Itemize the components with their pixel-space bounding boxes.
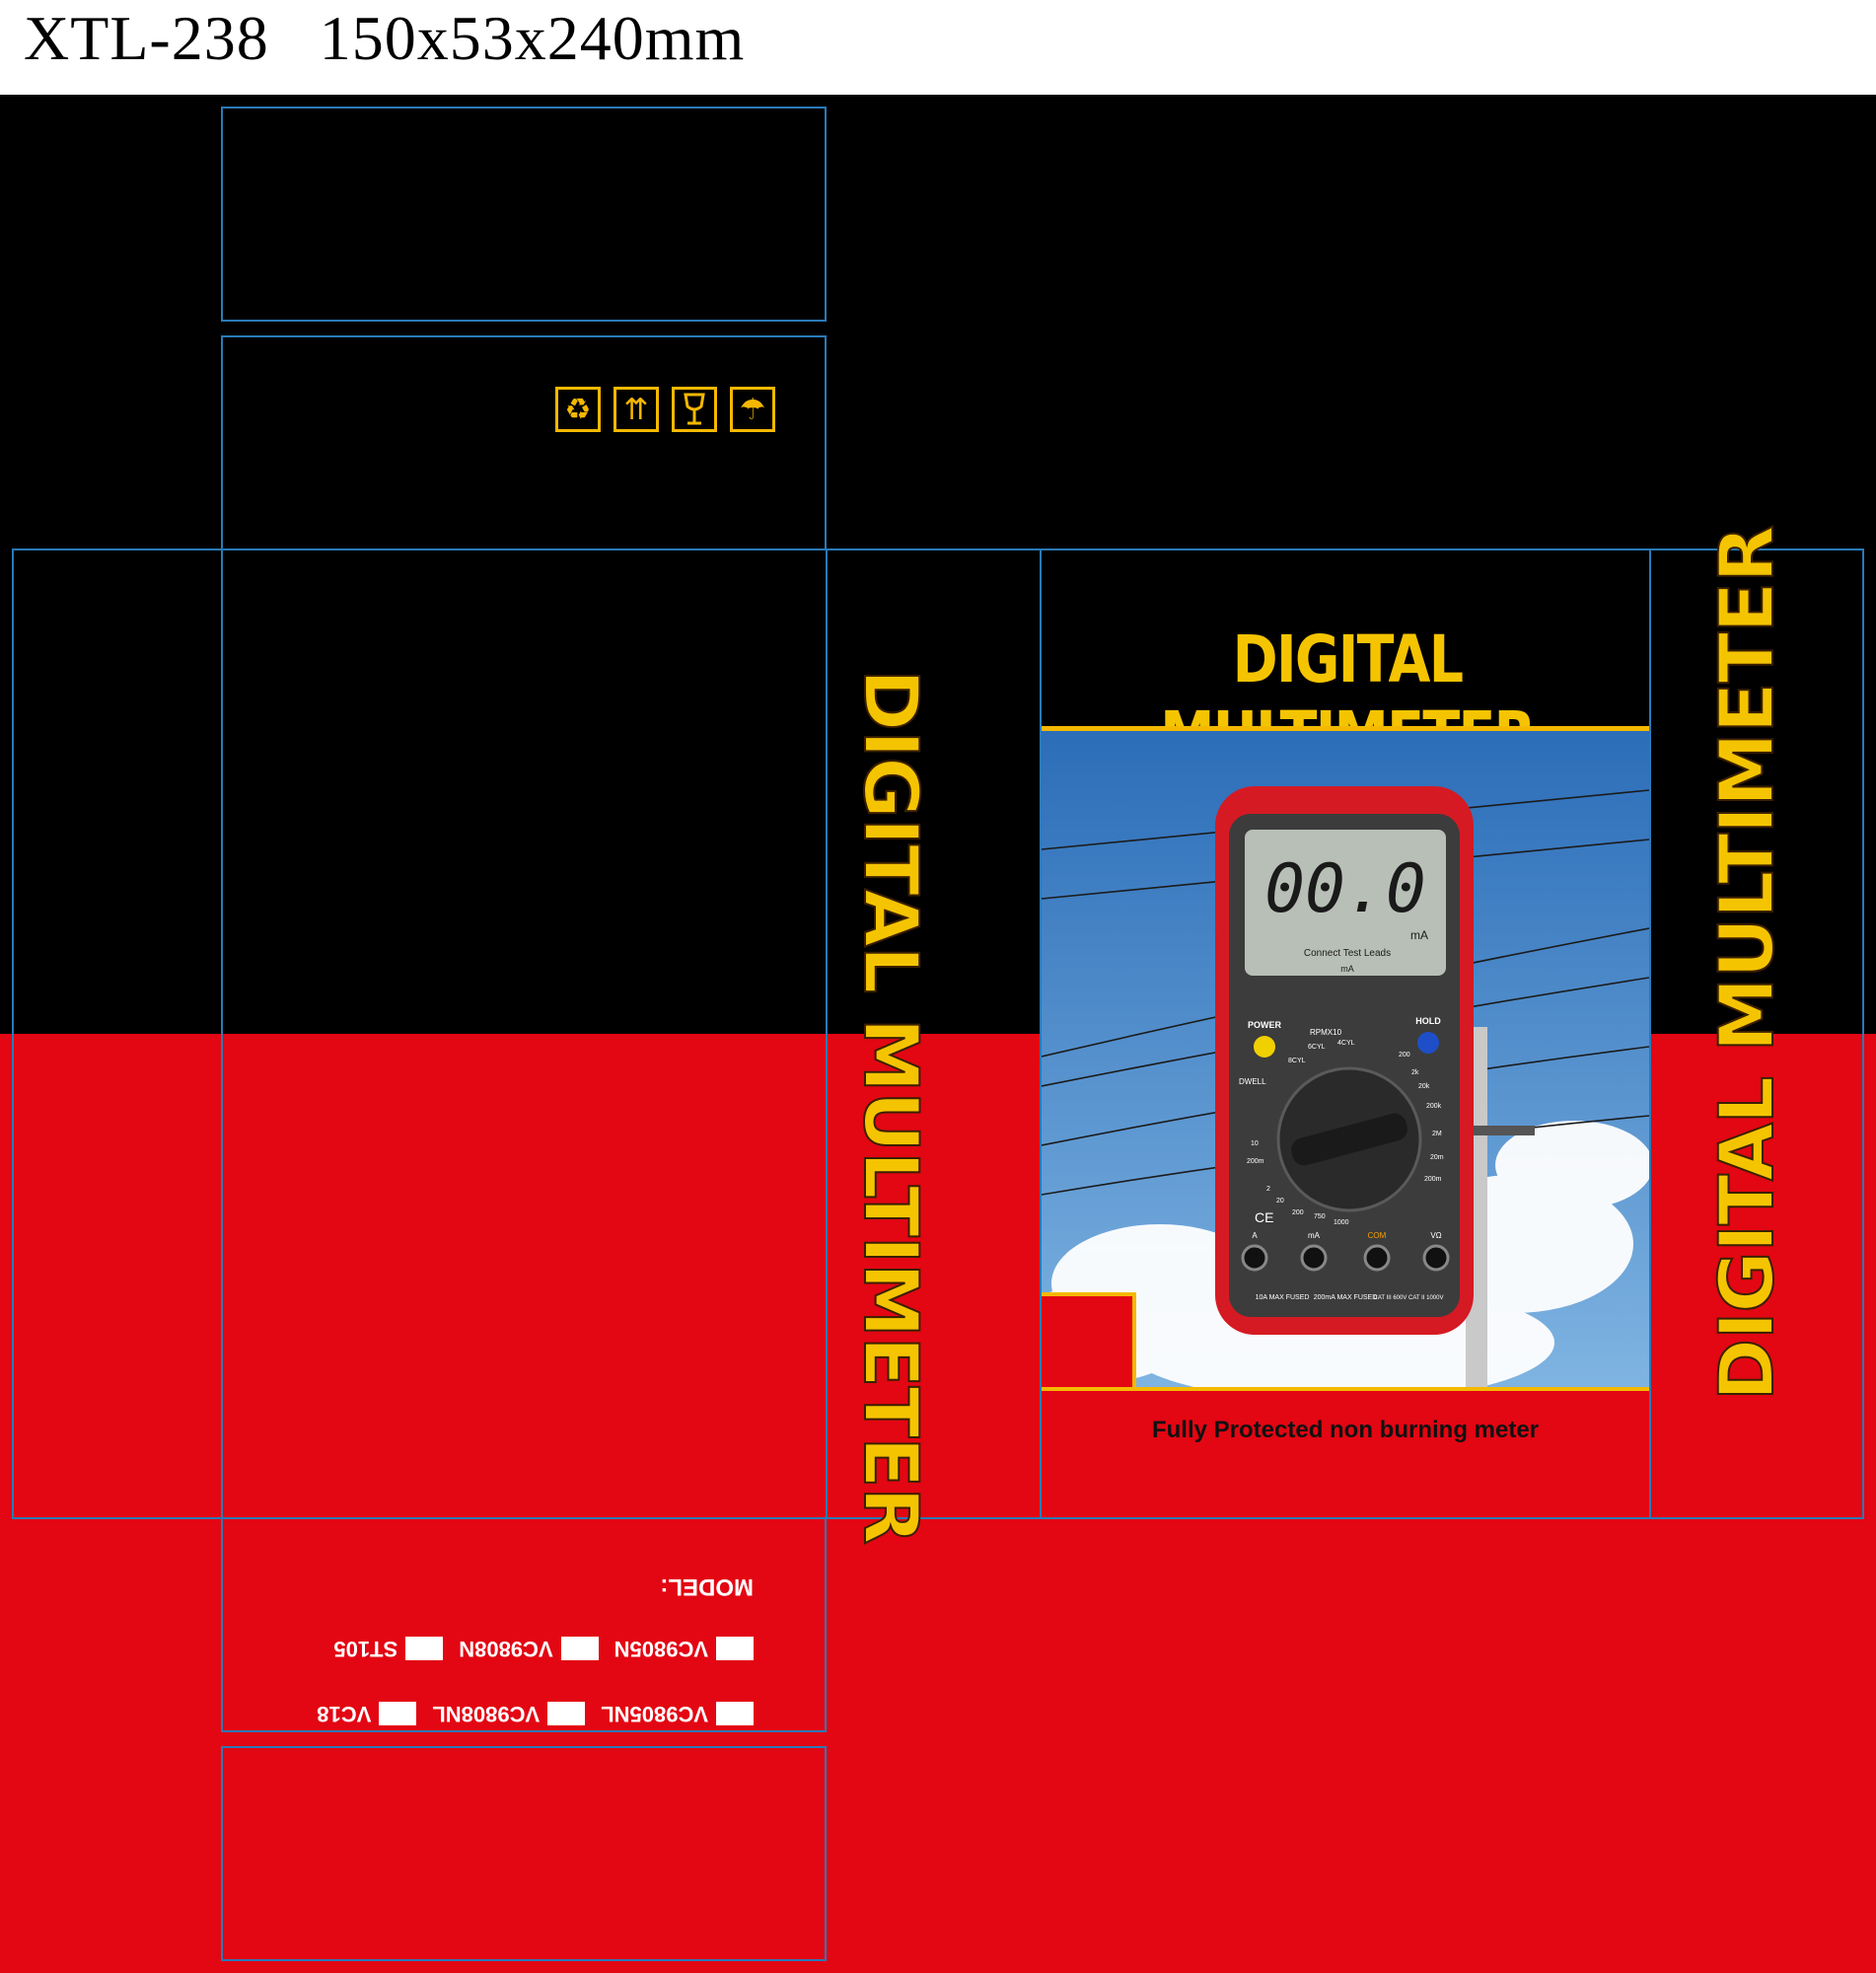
front-tagline: Fully Protected non burning meter xyxy=(1151,1417,1540,1443)
model-name: VC9808NL xyxy=(432,1702,541,1726)
terminal-label-com: COM xyxy=(1368,1231,1387,1240)
terminal-v-ohm[interactable] xyxy=(1422,1244,1450,1272)
header-band: XTL-238 150x53x240mm xyxy=(0,0,1876,95)
dieline-fold-2 xyxy=(826,548,828,1519)
dieline-fold-4 xyxy=(1649,548,1651,1519)
lcd-warning: Connect Test Leads xyxy=(1304,948,1391,959)
product-photo: 00.0 mA Connect Test Leads mA POWER HOLD… xyxy=(1042,731,1649,1387)
range-label-20: 20 xyxy=(1276,1198,1284,1205)
model-name: VC9808N xyxy=(459,1637,553,1661)
terminal-label-a: A xyxy=(1252,1231,1258,1240)
range-label-20m: 20m xyxy=(1430,1154,1444,1161)
hold-label: HOLD xyxy=(1415,1016,1441,1026)
range-label-200k: 200k xyxy=(1426,1103,1442,1110)
multimeter: 00.0 mA Connect Test Leads mA POWER HOLD… xyxy=(1215,786,1474,1335)
dwell-label: DWELL xyxy=(1239,1077,1266,1086)
model-checkbox[interactable] xyxy=(716,1702,754,1725)
range-label-6cyl: 6CYL xyxy=(1308,1044,1326,1051)
lcd-unit: mA xyxy=(1410,928,1428,942)
lcd-probe-hint: mA xyxy=(1340,964,1354,974)
power-label: POWER xyxy=(1248,1020,1282,1030)
dieline-fold-1 xyxy=(221,548,223,1519)
lcd-readout: 00.0 xyxy=(1264,850,1426,928)
terminal-a[interactable] xyxy=(1241,1244,1268,1272)
this-way-up-icon: ⇈ xyxy=(613,387,659,432)
fragile-glass-icon-svg xyxy=(684,393,705,425)
model-checkbox[interactable] xyxy=(547,1702,586,1725)
range-label-200-ohm: 200 xyxy=(1399,1052,1410,1059)
range-label-200m-a: 200m xyxy=(1247,1158,1264,1165)
model-checkbox[interactable] xyxy=(379,1702,417,1725)
model-row-2: VC9805NL VC9808NL VC18 xyxy=(301,1701,754,1726)
model-name: VC9805NL xyxy=(601,1702,708,1726)
range-label-750: 750 xyxy=(1314,1213,1326,1220)
range-label-20k: 20k xyxy=(1418,1083,1430,1090)
range-label-8cyl: 8CYL xyxy=(1288,1058,1306,1064)
rpm-label: RPMX10 xyxy=(1310,1028,1342,1037)
model-name: VC9805N xyxy=(613,1637,708,1661)
range-label-4cyl: 4CYL xyxy=(1337,1040,1355,1047)
photo-notch xyxy=(1042,1292,1136,1387)
range-label-200m: 200m xyxy=(1424,1176,1442,1183)
notch-border-side xyxy=(1132,1292,1136,1387)
model-row-1: VC9805N VC9808N ST105 xyxy=(318,1636,754,1661)
terminal-label-ma: mA xyxy=(1308,1231,1321,1240)
model-checkbox[interactable] xyxy=(716,1637,754,1660)
recycle-icon: ♻ xyxy=(555,387,601,432)
side-title-left: DIGITAL MULTIMETER xyxy=(846,668,936,1545)
side-title-right: DIGITAL MULTIMETER xyxy=(1701,525,1791,1402)
fuse-label-200ma: 200mA MAX FUSED xyxy=(1314,1294,1378,1301)
spec-text: XTL-238 150x53x240mm xyxy=(24,3,746,73)
model-checkbox[interactable] xyxy=(560,1637,599,1660)
ce-mark: CE xyxy=(1255,1209,1273,1225)
dieline-top-flap xyxy=(221,107,827,322)
terminal-com[interactable] xyxy=(1363,1244,1391,1272)
model-checklist: VC9805NL VC9808NL VC18 VC9805N VC9808N S… xyxy=(221,1529,754,1726)
hold-button[interactable] xyxy=(1417,1032,1439,1054)
dieline-top-tuck xyxy=(221,335,827,550)
dieline-bottom-tuck xyxy=(221,1746,827,1961)
range-label-1000: 1000 xyxy=(1334,1219,1349,1226)
model-checkbox[interactable] xyxy=(405,1637,444,1660)
model-name: VC18 xyxy=(317,1702,372,1726)
keep-dry-umbrella-icon: ☂ xyxy=(730,387,775,432)
terminal-ma[interactable] xyxy=(1300,1244,1328,1272)
model-label: MODEL: xyxy=(660,1573,754,1600)
range-label-200: 200 xyxy=(1292,1209,1304,1216)
fragile-glass-icon xyxy=(672,387,717,432)
power-button[interactable] xyxy=(1254,1036,1275,1058)
notch-border-top xyxy=(1042,1292,1136,1296)
range-label-10a: 10 xyxy=(1251,1140,1259,1147)
range-label-2: 2 xyxy=(1266,1186,1270,1193)
range-label-2k: 2k xyxy=(1411,1069,1419,1076)
model-name: ST105 xyxy=(333,1637,398,1661)
terminal-label-v-ohm: VΩ xyxy=(1430,1231,1441,1240)
cat-rating-label: CAT III 600V CAT II 1000V xyxy=(1374,1295,1444,1301)
fuse-label-10a: 10A MAX FUSED xyxy=(1256,1294,1310,1301)
range-label-2m: 2M xyxy=(1432,1131,1442,1137)
